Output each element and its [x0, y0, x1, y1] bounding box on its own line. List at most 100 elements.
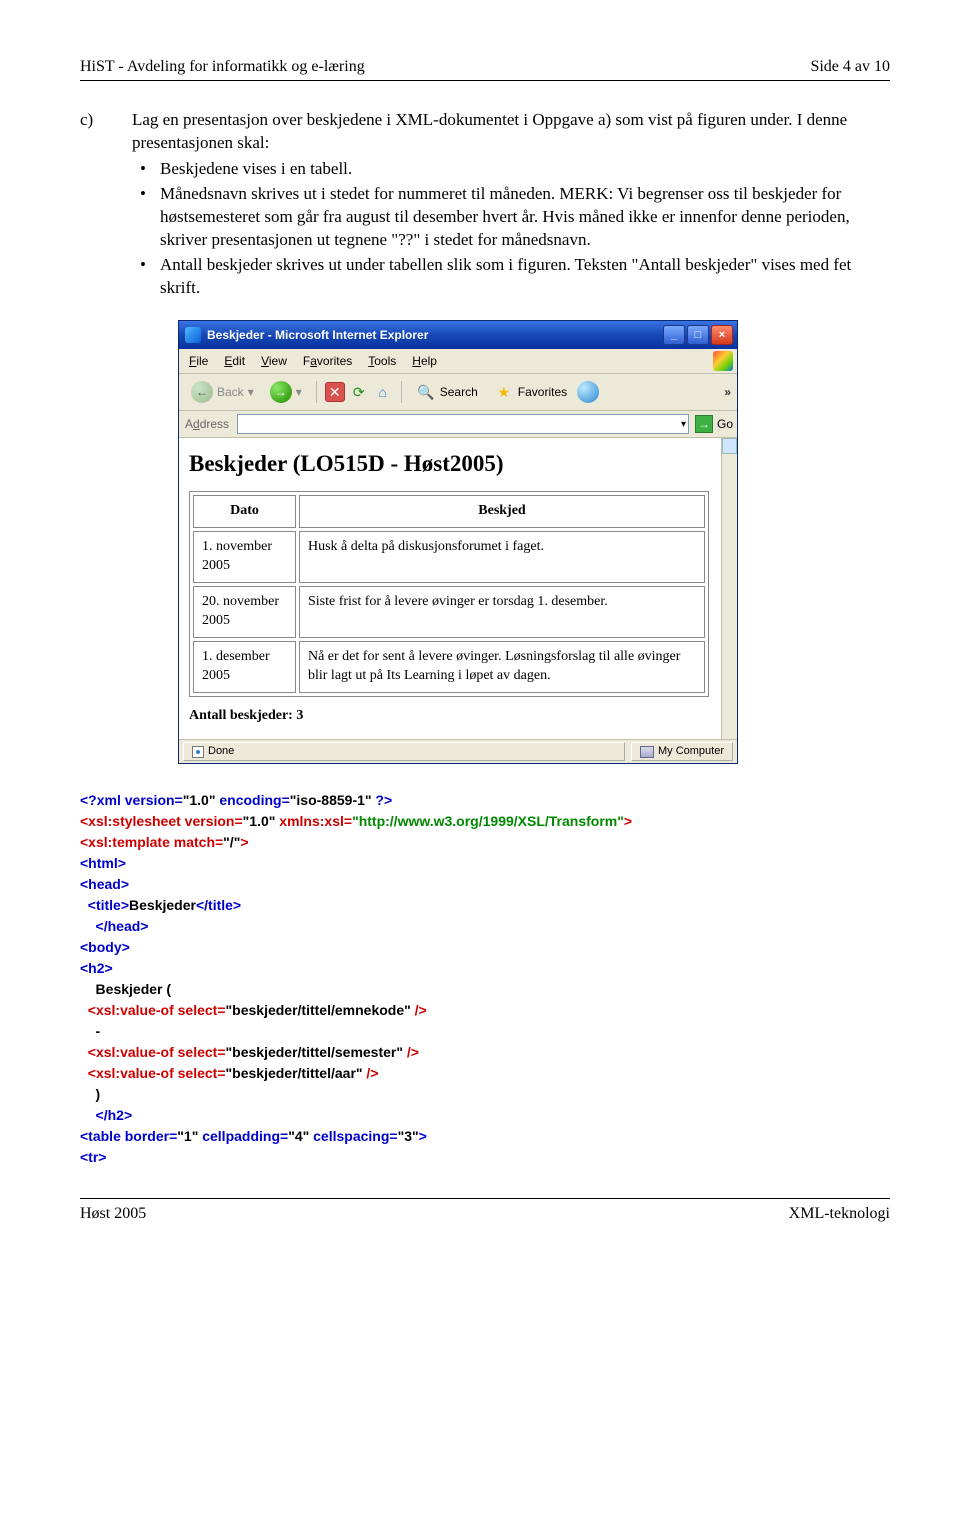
code-line: </head>: [80, 918, 148, 934]
go-label: Go: [717, 416, 733, 432]
search-label: Search: [440, 384, 478, 400]
status-done-text: Done: [208, 744, 234, 759]
favorites-button[interactable]: ★ Favorites: [488, 379, 573, 405]
address-dropdown-icon[interactable]: ▾: [681, 418, 686, 432]
address-input[interactable]: ▾: [237, 414, 689, 434]
chevron-down-icon: ▾: [296, 384, 302, 400]
code-attr: "1": [177, 1128, 198, 1144]
menu-file[interactable]: File: [181, 351, 216, 371]
task-letter: c): [80, 109, 132, 303]
code-line: >: [240, 834, 248, 850]
code-line: cellspacing=: [309, 1128, 397, 1144]
window-title: Beskjeder - Microsoft Internet Explorer: [207, 327, 663, 343]
code-line: />: [411, 1002, 427, 1018]
count-row: Antall beskjeder: 3: [189, 707, 727, 726]
scrollbar[interactable]: [721, 438, 737, 739]
page-icon: [192, 746, 204, 758]
code-attr: "http://www.w3.org/1999/XSL/Transform": [352, 813, 624, 829]
task-bullet-2: Månedsnavn skrives ut i stedet for numme…: [132, 183, 890, 252]
messages-table: Dato Beskjed 1. november 2005 Husk å del…: [189, 491, 709, 696]
menu-edit[interactable]: Edit: [216, 351, 253, 371]
toolbar-separator: [316, 381, 317, 403]
search-button[interactable]: 🔍 Search: [410, 379, 484, 405]
header-left: HiST - Avdeling for informatikk og e-lær…: [80, 56, 365, 78]
footer-left: Høst 2005: [80, 1203, 146, 1225]
ie-window: Beskjeder - Microsoft Internet Explorer …: [178, 320, 738, 764]
cell-date: 1. desember 2005: [193, 641, 296, 693]
back-button[interactable]: ← Back ▾: [185, 378, 260, 406]
forward-button[interactable]: → ▾: [264, 378, 308, 406]
chevron-down-icon: ▾: [248, 384, 254, 400]
scroll-up-icon[interactable]: [722, 438, 737, 454]
code-line: <tr>: [80, 1149, 106, 1165]
cell-msg: Siste frist for å levere øvinger er tors…: [299, 586, 705, 638]
stop-icon[interactable]: ✕: [325, 382, 345, 402]
col-message: Beskjed: [299, 495, 705, 528]
maximize-button[interactable]: □: [687, 325, 709, 345]
code-line: />: [403, 1044, 419, 1060]
status-zone-text: My Computer: [658, 744, 724, 759]
page-footer: Høst 2005 XML-teknologi: [80, 1198, 890, 1225]
code-text: ): [80, 1086, 100, 1102]
code-line: <table border=: [80, 1128, 177, 1144]
minimize-button[interactable]: _: [663, 325, 685, 345]
menu-tools[interactable]: Tools: [360, 351, 404, 371]
code-line: encoding=: [215, 792, 289, 808]
cell-date: 1. november 2005: [193, 531, 296, 583]
menu-help[interactable]: Help: [404, 351, 445, 371]
code-line: </h2>: [80, 1107, 132, 1123]
code-attr: "1.0": [243, 813, 276, 829]
status-zone: My Computer: [631, 742, 733, 761]
code-line: >: [624, 813, 632, 829]
toolbar-overflow-icon[interactable]: »: [724, 384, 731, 400]
code-attr: "3": [398, 1128, 419, 1144]
code-attr: "/": [223, 834, 240, 850]
favorites-label: Favorites: [518, 384, 567, 400]
address-bar: Address ▾ → Go: [179, 411, 737, 438]
footer-right: XML-teknologi: [789, 1203, 890, 1225]
code-attr: "1.0": [183, 792, 216, 808]
cell-msg: Husk å delta på diskusjonsforumet i fage…: [299, 531, 705, 583]
col-date: Dato: [193, 495, 296, 528]
code-attr: "4": [288, 1128, 309, 1144]
go-arrow-icon: →: [695, 415, 713, 433]
task-bullet-1: Beskjedene vises i en tabell.: [132, 158, 890, 181]
code-line: <html>: [80, 855, 126, 871]
toolbar: ← Back ▾ → ▾ ✕ ⟳ ⌂ 🔍 Search ★ Favorites …: [179, 374, 737, 411]
code-attr: "iso-8859-1": [290, 792, 372, 808]
page-header: HiST - Avdeling for informatikk og e-lær…: [80, 56, 890, 81]
code-line: <xsl:value-of select=: [80, 1002, 226, 1018]
close-button[interactable]: ×: [711, 325, 733, 345]
code-attr: "beskjeder/tittel/aar": [226, 1065, 363, 1081]
count-label: Antall beskjeder:: [189, 708, 293, 723]
code-line: <xsl:value-of select=: [80, 1065, 226, 1081]
code-line: </title>: [196, 897, 241, 913]
code-attr: "beskjeder/tittel/semester": [226, 1044, 403, 1060]
browser-content: Beskjeder (LO515D - Høst2005) Dato Beskj…: [179, 438, 737, 740]
table-row: 1. desember 2005 Nå er det for sent å le…: [193, 641, 705, 693]
code-line: <?xml version=: [80, 792, 183, 808]
code-line: <xsl:stylesheet version=: [80, 813, 243, 829]
code-line: <title>: [80, 897, 129, 913]
code-line: <head>: [80, 876, 129, 892]
code-line: <xsl:value-of select=: [80, 1044, 226, 1060]
forward-arrow-icon: →: [270, 381, 292, 403]
code-line: ?>: [372, 792, 393, 808]
task-intro: Lag en presentasjon over beskjedene i XM…: [132, 109, 890, 155]
home-icon[interactable]: ⌂: [373, 382, 393, 402]
count-value: 3: [296, 708, 303, 723]
task-block: c) Lag en presentasjon over beskjedene i…: [80, 109, 890, 303]
history-icon[interactable]: [577, 381, 599, 403]
windows-logo-icon: [713, 351, 733, 371]
go-button[interactable]: → Go: [695, 415, 733, 433]
menu-view[interactable]: View: [253, 351, 295, 371]
refresh-icon[interactable]: ⟳: [349, 382, 369, 402]
table-row: 1. november 2005 Husk å delta på diskusj…: [193, 531, 705, 583]
star-icon: ★: [494, 382, 514, 402]
code-text: Beskjeder (: [80, 981, 171, 997]
menu-favorites[interactable]: Favorites: [295, 351, 360, 371]
code-line: >: [419, 1128, 427, 1144]
code-line: <body>: [80, 939, 130, 955]
window-titlebar[interactable]: Beskjeder - Microsoft Internet Explorer …: [179, 321, 737, 349]
table-row: 20. november 2005 Siste frist for å leve…: [193, 586, 705, 638]
